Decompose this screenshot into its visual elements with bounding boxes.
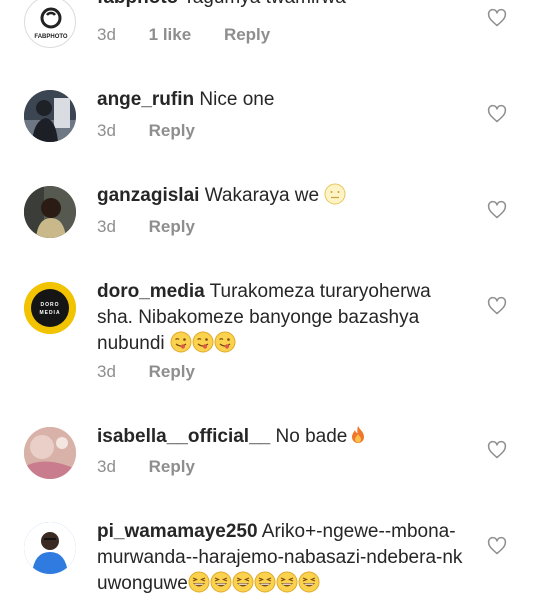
grinning-squint-emoji (188, 571, 210, 593)
winking-tongue-emoji (192, 331, 214, 353)
comment-meta: 3d Reply (97, 217, 195, 237)
avatar[interactable] (24, 186, 76, 238)
reply-button[interactable]: Reply (149, 457, 195, 476)
comment-username[interactable]: pi_wamamaye250 (97, 521, 258, 542)
comment-username[interactable]: ganzagislai (97, 185, 199, 206)
doro-media-logo-icon: DORO MEDIA (24, 282, 76, 334)
comment-meta: 3d 1 like Reply (97, 25, 270, 45)
comment-username[interactable]: ange_rufin (97, 89, 194, 110)
comment-likes[interactable]: 1 like (149, 25, 192, 44)
comment-meta: 3d Reply (97, 121, 195, 141)
neutral-face-emoji (324, 183, 346, 205)
comment-meta: 3d Reply (97, 362, 195, 382)
grinning-squint-emoji (232, 571, 254, 593)
svg-text:DORO: DORO (41, 302, 60, 308)
heart-outline-icon[interactable] (487, 440, 507, 460)
comment-username[interactable]: fabphoto (97, 0, 178, 8)
comment-username[interactable]: isabella__official__ (97, 426, 270, 447)
avatar[interactable]: DORO MEDIA (24, 282, 76, 334)
comment-meta: 3d Reply (97, 457, 195, 477)
winking-tongue-emoji (170, 331, 192, 353)
comment-time: 3d (97, 457, 116, 476)
heart-outline-icon[interactable] (487, 296, 507, 316)
comments-screen: FABPHOTO fabphoto Tagumya twamirwa 3d 1 … (0, 0, 540, 600)
svg-text:FABPHOTO: FABPHOTO (34, 34, 68, 40)
svg-text:MEDIA: MEDIA (39, 310, 60, 316)
avatar[interactable] (24, 90, 76, 142)
comment-text: Wakaraya we (204, 185, 320, 206)
comment-body: pi_wamamaye250 Ariko+-ngewe--mbona-murwa… (97, 519, 467, 597)
comment-text: Nice one (199, 89, 275, 110)
comment-time: 3d (97, 362, 116, 381)
user-photo-avatar (24, 186, 76, 238)
user-photo-avatar (24, 427, 76, 479)
camera-logo-icon: FABPHOTO (34, 7, 68, 40)
comment-text: Tagumya twamirwa (183, 0, 346, 8)
heart-outline-icon[interactable] (487, 536, 507, 556)
comment-body: doro_media Turakomeza turaryoherwa sha. … (97, 279, 467, 357)
comment-time: 3d (97, 25, 116, 44)
comment-time: 3d (97, 121, 116, 140)
comment-time: 3d (97, 217, 116, 236)
grinning-squint-emoji (254, 571, 276, 593)
heart-outline-icon[interactable] (487, 8, 507, 28)
comment-body: fabphoto Tagumya twamirwa (97, 0, 467, 11)
user-photo-avatar (24, 522, 76, 574)
avatar[interactable]: FABPHOTO (24, 0, 76, 48)
heart-outline-icon[interactable] (487, 200, 507, 220)
reply-button[interactable]: Reply (149, 121, 195, 140)
avatar[interactable] (24, 427, 76, 479)
grinning-squint-emoji (298, 571, 320, 593)
grinning-squint-emoji (276, 571, 298, 593)
comment-username[interactable]: doro_media (97, 281, 205, 302)
avatar[interactable] (24, 522, 76, 574)
comment-body: ganzagislai Wakaraya we (97, 183, 467, 209)
heart-outline-icon[interactable] (487, 104, 507, 124)
user-photo-avatar (24, 90, 76, 142)
reply-button[interactable]: Reply (149, 217, 195, 236)
reply-button[interactable]: Reply (149, 362, 195, 381)
comment-text: No bade (275, 426, 348, 447)
winking-tongue-emoji (214, 331, 236, 353)
comment-body: ange_rufin Nice one (97, 87, 467, 113)
grinning-squint-emoji (210, 571, 232, 593)
comment-body: isabella__official__ No bade (97, 424, 467, 450)
fire-emoji (347, 424, 369, 446)
reply-button[interactable]: Reply (224, 25, 270, 44)
